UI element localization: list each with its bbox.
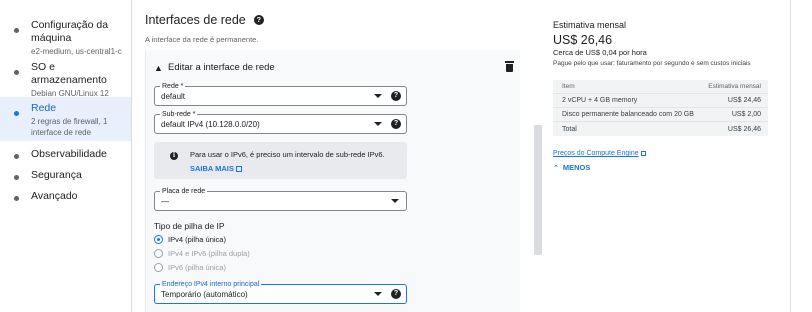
- step-dot-icon: [14, 111, 19, 116]
- table-row: 2 vCPU + 4 GB memory US$ 24,46: [553, 94, 768, 108]
- nav-item-observability[interactable]: Observabilidade: [0, 143, 131, 166]
- help-icon[interactable]: ?: [253, 15, 264, 25]
- show-less-label: MENOS: [562, 163, 591, 172]
- table-cell: US$ 24,46: [727, 97, 761, 104]
- cost-estimate-panel: Estimativa mensal US$ 26,46 Cerca de US$…: [553, 0, 768, 312]
- caret-down-icon: [374, 94, 382, 98]
- nav-item-advanced[interactable]: Avançado: [0, 185, 131, 208]
- nav-item-label: Observabilidade: [31, 148, 107, 160]
- info-icon: i: [170, 152, 178, 160]
- show-less-button[interactable]: ⌃ MENOS: [553, 163, 590, 172]
- step-nav: Configuração da máquina e2-medium, us-ce…: [0, 0, 131, 312]
- caret-down-icon: [374, 122, 382, 126]
- card-header: ▲ Editar a interface de rede: [154, 61, 514, 73]
- network-label: Rede *: [160, 82, 186, 91]
- table-cell: Disco permanente balanceado com 20 GB: [562, 111, 694, 118]
- chevron-up-icon: ⌃: [553, 164, 559, 172]
- nic-label: Placa de rede: [160, 187, 208, 196]
- nic-select[interactable]: Placa de rede —: [154, 187, 407, 211]
- radio-label: IPv6 (pilha única): [168, 263, 226, 272]
- learn-more-link[interactable]: SAIBA MAIS: [190, 164, 242, 173]
- radio-label: IPv4 (pilha única): [168, 235, 226, 244]
- table-cell: 2 vCPU + 4 GB memory: [562, 97, 638, 104]
- internal-ip-label: Endereço IPv4 interno principal: [160, 280, 262, 289]
- network-interface-card: ▲ Editar a interface de rede Rede * defa…: [145, 50, 520, 312]
- step-dot-icon: [14, 70, 19, 75]
- chevron-up-icon[interactable]: ▲: [154, 63, 168, 73]
- nav-divider: [131, 0, 132, 312]
- subnet-label: Sub-rede *: [160, 110, 198, 119]
- section-title-text: Interfaces de rede: [145, 13, 246, 27]
- nic-value: —: [161, 197, 169, 206]
- section-note: A interface da rede é permanente.: [145, 35, 259, 44]
- radio-ipv4-single[interactable]: IPv4 (pilha única): [154, 235, 226, 244]
- step-dot-icon: [14, 196, 19, 201]
- step-dot-icon: [14, 28, 19, 33]
- step-dot-icon: [14, 154, 19, 159]
- table-header-cell: Item: [562, 83, 575, 90]
- nav-item-label: Rede: [31, 102, 57, 114]
- radio-button[interactable]: [154, 263, 163, 272]
- table-row: Disco permanente balanceado com 20 GB US…: [553, 108, 768, 122]
- ip-stack-title: Tipo de pilha de IP: [154, 221, 225, 231]
- nav-item-network[interactable]: Rede 2 regras de firewall, 1 interface d…: [0, 97, 131, 141]
- caret-down-icon: [391, 199, 399, 203]
- nav-item-label: Avançado: [31, 190, 78, 202]
- help-icon[interactable]: ?: [391, 119, 401, 129]
- internal-ip-select[interactable]: Endereço IPv4 interno principal Temporár…: [154, 280, 407, 304]
- nav-item-label: Configuração da máquina: [31, 19, 109, 44]
- nav-item-security[interactable]: Segurança: [0, 164, 131, 187]
- network-value: default: [161, 92, 186, 101]
- help-icon[interactable]: ?: [391, 91, 401, 101]
- learn-more-label: SAIBA MAIS: [190, 164, 234, 173]
- external-link-icon: [640, 151, 646, 156]
- nav-item-sub: 2 regras de firewall, 1 interface de red…: [31, 117, 108, 137]
- radio-label: IPv4 e IPv6 (pilha dupla): [168, 249, 250, 258]
- help-icon[interactable]: ?: [391, 289, 401, 299]
- table-cell: US$ 26,46: [727, 125, 761, 133]
- cost-note: Pague pelo que usar: faturamento por seg…: [553, 60, 751, 67]
- nav-item-machine-config[interactable]: Configuração da máquina e2-medium, us-ce…: [0, 14, 131, 62]
- card-heading: Editar a interface de rede: [168, 62, 275, 73]
- cost-title: Estimativa mensal: [553, 20, 627, 30]
- table-header-row: Item Estimativa mensal: [553, 80, 768, 94]
- info-text: Para usar o IPv6, é preciso um intervalo…: [190, 150, 385, 159]
- table-header-cell: Estimativa mensal: [708, 83, 761, 90]
- subnet-select[interactable]: Sub-rede * default IPv4 (10.128.0.0/20) …: [154, 110, 407, 134]
- network-panel: Interfaces de rede ? A interface da rede…: [145, 0, 525, 312]
- radio-ipv6-single[interactable]: IPv6 (pilha única): [154, 263, 226, 272]
- table-cell: Total: [562, 125, 577, 133]
- scrollbar[interactable]: [534, 125, 542, 255]
- trash-icon[interactable]: [505, 61, 514, 72]
- step-dot-icon: [14, 175, 19, 180]
- cost-amount: US$ 26,46: [553, 33, 613, 47]
- nav-item-label: Segurança: [31, 169, 82, 181]
- caret-down-icon: [374, 292, 382, 296]
- pricing-link-label: Preços do Compute Engine: [553, 150, 639, 157]
- section-title: Interfaces de rede ?: [145, 13, 264, 27]
- right-edge-divider: [790, 0, 791, 312]
- table-row: Total US$ 26,46: [553, 122, 768, 136]
- radio-button[interactable]: [154, 235, 163, 244]
- cost-table: Item Estimativa mensal 2 vCPU + 4 GB mem…: [553, 80, 768, 136]
- ipv6-info-box: i Para usar o IPv6, é preciso um interva…: [154, 142, 407, 179]
- cost-hourly: Cerca de US$ 0,04 por hora: [553, 48, 647, 57]
- pricing-link[interactable]: Preços do Compute Engine: [553, 150, 646, 157]
- internal-ip-value: Temporário (automático): [161, 290, 248, 299]
- subnet-value: default IPv4 (10.128.0.0/20): [161, 120, 260, 129]
- radio-button[interactable]: [154, 249, 163, 258]
- nav-item-label: SO e armazenamento: [31, 61, 107, 86]
- table-cell: US$ 2,00: [731, 111, 761, 118]
- radio-dual-stack[interactable]: IPv4 e IPv6 (pilha dupla): [154, 249, 250, 258]
- network-select[interactable]: Rede * default ?: [154, 82, 407, 106]
- external-link-icon: [235, 166, 242, 172]
